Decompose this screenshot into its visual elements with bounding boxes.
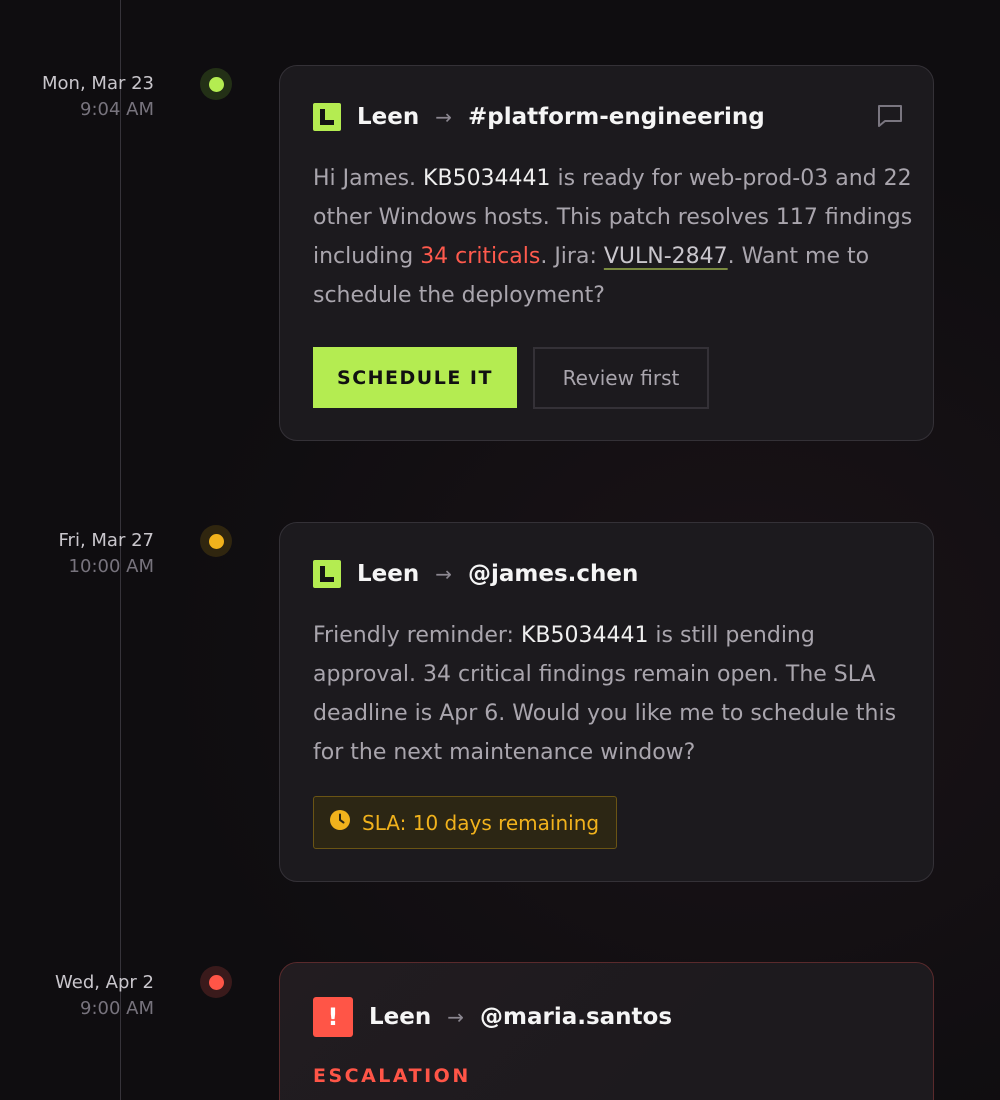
entry-date: Wed, Apr 2 9:00 AM — [34, 971, 154, 1021]
sender-name: Leen — [357, 561, 420, 587]
message-card: Leen → @james.chen Friendly reminder: KB… — [279, 522, 934, 882]
entry-time: 10:00 AM — [68, 556, 154, 577]
recipient-name: @james.chen — [468, 561, 639, 587]
recipient-name: @maria.santos — [480, 1004, 673, 1030]
card-header: ! Leen → @maria.santos — [313, 997, 672, 1037]
arrow-icon: → — [435, 562, 452, 586]
message-body: Friendly reminder: KB5034441 is still pe… — [313, 623, 897, 765]
entry-day: Fri, Mar 27 — [58, 530, 154, 551]
review-button[interactable]: Review first — [533, 347, 709, 409]
arrow-icon: → — [435, 105, 452, 129]
sender-name: Leen — [357, 104, 420, 130]
card-header: Leen → @james.chen — [313, 560, 638, 588]
status-dot — [200, 966, 232, 998]
entry-time: 9:04 AM — [80, 99, 154, 120]
entry-day: Mon, Mar 23 — [42, 73, 154, 94]
entry-date: Fri, Mar 27 10:00 AM — [34, 529, 154, 579]
clock-icon — [330, 810, 350, 835]
arrow-icon: → — [447, 1005, 464, 1029]
sla-badge: SLA: 10 days remaining — [313, 796, 618, 849]
schedule-button[interactable]: SCHEDULE IT — [313, 347, 517, 408]
kb-id: KB5034441 — [423, 166, 551, 191]
message-card: Leen → #platform-engineering Hi James. K… — [279, 65, 934, 441]
entry-date: Mon, Mar 23 9:04 AM — [34, 72, 154, 122]
sender-name: Leen — [369, 1004, 432, 1030]
notification-timeline: Mon, Mar 23 9:04 AM Leen → #platform-eng… — [0, 0, 1000, 1100]
sla-text: SLA: 10 days remaining — [362, 810, 600, 835]
entry-time: 9:00 AM — [80, 998, 154, 1019]
card-header: Leen → #platform-engineering — [313, 103, 765, 131]
jira-link[interactable]: VULN-2847 — [604, 244, 728, 269]
leen-logo-icon — [313, 103, 341, 131]
kb-id: KB5034441 — [520, 623, 649, 648]
comment-icon[interactable] — [877, 104, 903, 132]
alert-icon: ! — [313, 997, 353, 1037]
escalation-card: ! Leen → @maria.santos ESCALATION — [279, 962, 934, 1100]
entry-day: Wed, Apr 2 — [55, 972, 154, 993]
channel-name: #platform-engineering — [468, 104, 765, 130]
escalation-label: ESCALATION — [313, 1065, 471, 1087]
criticals-count: 34 criticals — [420, 244, 541, 269]
message-body: Hi James. KB5034441 is ready for web-pro… — [313, 166, 913, 308]
leen-logo-icon — [313, 560, 341, 588]
status-dot — [200, 68, 232, 100]
status-dot — [200, 525, 232, 557]
